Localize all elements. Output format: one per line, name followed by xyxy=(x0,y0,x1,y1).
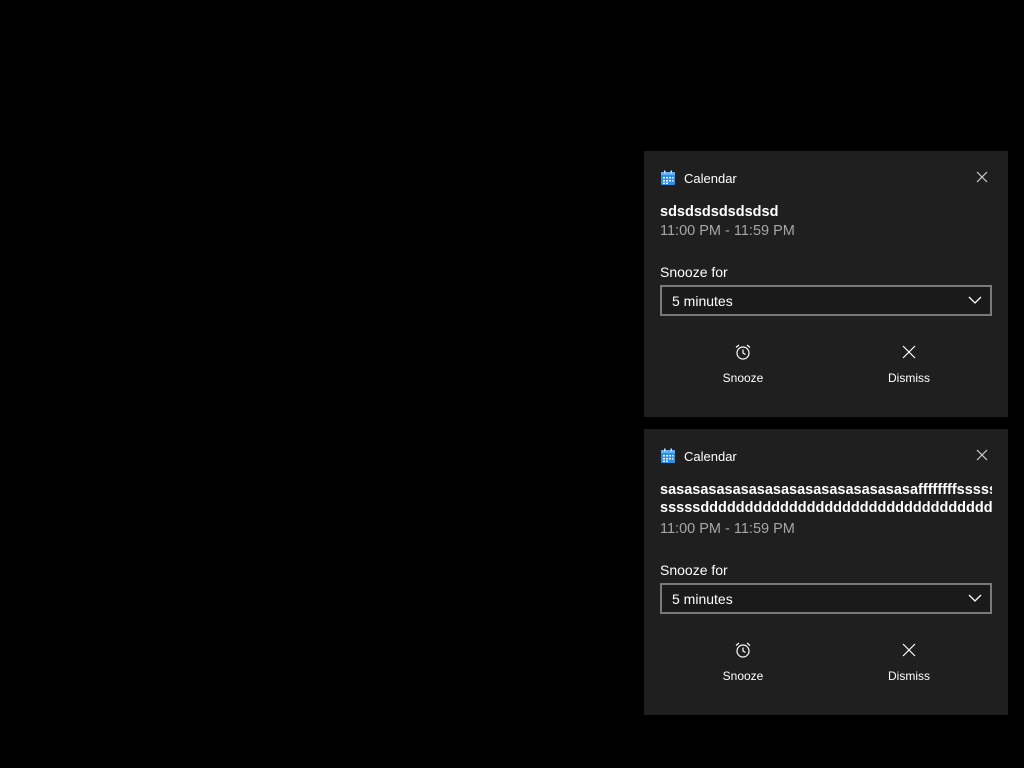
chevron-down-icon xyxy=(968,594,982,602)
snooze-duration-value: 5 minutes xyxy=(672,293,733,309)
notification-toast[interactable]: Calendar sdsdsdsdsdsdsd 11:00 PM - 11:59… xyxy=(644,151,1008,417)
event-title-line: sasasasasasasasasasasasasasasasaffffffff… xyxy=(660,482,992,498)
notification-toast[interactable]: Calendar sasasasasasasasasasasasasasasas… xyxy=(644,429,1008,715)
close-icon[interactable] xyxy=(974,447,990,463)
app-name: Calendar xyxy=(684,448,737,464)
snooze-duration-select[interactable]: 5 minutes xyxy=(660,583,992,614)
snooze-button-label: Snooze xyxy=(722,371,764,385)
dismiss-button[interactable]: Dismiss xyxy=(849,641,969,697)
alarm-clock-icon xyxy=(735,642,751,658)
dismiss-button-label: Dismiss xyxy=(888,371,930,385)
event-title-line: sssssddddddddddddddddddddddddddddddddddd… xyxy=(660,500,992,516)
close-icon xyxy=(902,643,916,657)
app-name: Calendar xyxy=(684,170,737,186)
calendar-icon xyxy=(661,448,675,463)
snooze-button[interactable]: Snooze xyxy=(683,343,803,399)
event-time: 11:00 PM - 11:59 PM xyxy=(660,223,795,239)
event-time: 11:00 PM - 11:59 PM xyxy=(660,521,795,537)
snooze-button[interactable]: Snooze xyxy=(683,641,803,697)
close-icon[interactable] xyxy=(974,169,990,185)
toast-header: Calendar xyxy=(660,447,737,465)
toast-header: Calendar xyxy=(660,169,737,187)
event-title: sdsdsdsdsdsdsd xyxy=(660,203,992,221)
snooze-duration-value: 5 minutes xyxy=(672,591,733,607)
snooze-duration-select[interactable]: 5 minutes xyxy=(660,285,992,316)
snooze-label: Snooze for xyxy=(660,264,728,280)
event-title-line: sdsdsdsdsdsdsd xyxy=(660,204,779,220)
snooze-label: Snooze for xyxy=(660,562,728,578)
alarm-clock-icon xyxy=(735,344,751,360)
event-title: sasasasasasasasasasasasasasasasaffffffff… xyxy=(660,481,992,517)
chevron-down-icon xyxy=(968,296,982,304)
snooze-button-label: Snooze xyxy=(722,669,764,683)
close-icon xyxy=(902,345,916,359)
calendar-icon xyxy=(661,170,675,185)
dismiss-button[interactable]: Dismiss xyxy=(849,343,969,399)
dismiss-button-label: Dismiss xyxy=(888,669,930,683)
